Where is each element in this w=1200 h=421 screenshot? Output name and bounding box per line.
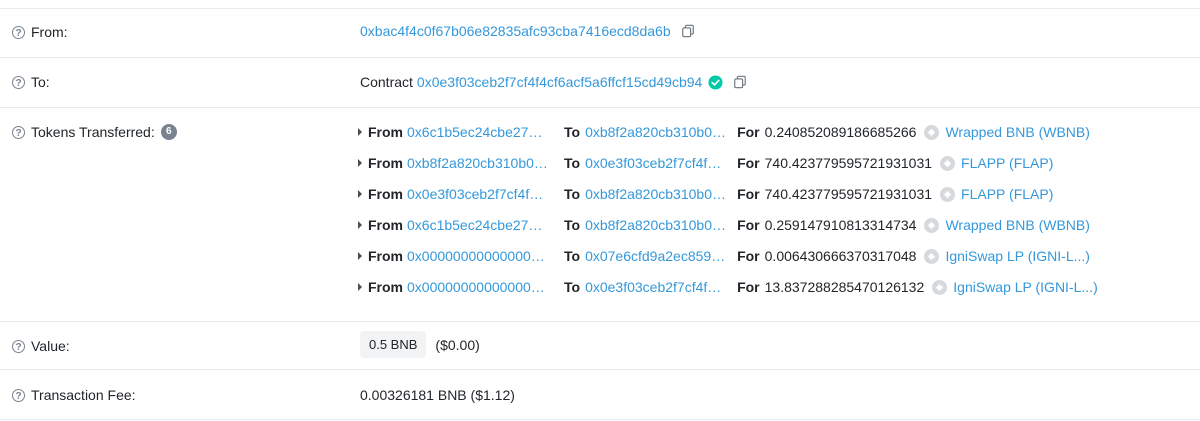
token-name-link[interactable]: FLAPP (FLAP) — [961, 186, 1053, 202]
from-keyword: From — [368, 186, 403, 202]
from-keyword: From — [368, 155, 403, 171]
transfer-to-address[interactable]: 0xb8f2a820cb310b0… — [585, 124, 733, 140]
verified-check-icon — [708, 74, 723, 90]
transaction-fee-label: ? Transaction Fee: — [12, 387, 136, 403]
to-label-text: To: — [31, 74, 50, 90]
value-usd: ($0.00) — [435, 336, 480, 353]
expand-caret-icon[interactable] — [358, 283, 362, 291]
token-name-link[interactable]: Wrapped BNB (WBNB) — [945, 124, 1089, 140]
transaction-details-card: ? From: 0xbac4f4c0f67b06e82835afc93cba74… — [0, 0, 1200, 421]
to-keyword: To — [564, 186, 581, 202]
token-name-link[interactable]: IgniSwap LP (IGNI-L...) — [945, 248, 1089, 264]
transfer-amount: 0.240852089186685266 — [764, 124, 917, 140]
transfer-from-address[interactable]: 0x0e3f03ceb2f7cf4f… — [407, 186, 553, 202]
transaction-fee-amount: 0.00326181 BNB ($1.12) — [360, 387, 515, 403]
tokens-transferred-label: ? Tokens Transferred: 6 — [12, 124, 177, 140]
to-label: ? To: — [12, 74, 50, 90]
from-keyword: From — [368, 217, 403, 233]
transfer-to-address[interactable]: 0x0e3f03ceb2f7cf4f… — [585, 155, 733, 171]
to-keyword: To — [564, 155, 581, 171]
transfer-from-address[interactable]: 0x6c1b5ec24cbe27… — [407, 217, 553, 233]
from-value: 0xbac4f4c0f67b06e82835afc93cba7416ecd8da… — [360, 23, 695, 39]
expand-caret-icon[interactable] — [358, 190, 362, 198]
token-logo-icon — [924, 124, 940, 140]
expand-caret-icon[interactable] — [358, 159, 362, 167]
expand-caret-icon[interactable] — [358, 221, 362, 229]
help-icon[interactable]: ? — [12, 339, 25, 353]
copy-icon[interactable] — [681, 24, 695, 38]
value-label: ? Value: — [12, 338, 70, 354]
transfer-to-address[interactable]: 0x07e6cfd9a2ec859… — [585, 248, 733, 264]
token-transfer-row: From 0x00000000000000… To 0x0e3f03ceb2f7cf4… — [358, 279, 1098, 295]
token-logo-icon — [924, 217, 940, 233]
transfer-from-address[interactable]: 0xb8f2a820cb310b0… — [407, 155, 553, 171]
value-value: 0.5 BNB ($0.00) — [360, 331, 480, 358]
token-logo-icon — [924, 248, 940, 264]
divider — [0, 107, 1200, 108]
from-keyword: From — [368, 124, 403, 140]
token-name-link[interactable]: IgniSwap LP (IGNI-L...) — [953, 279, 1097, 295]
contract-prefix: Contract — [360, 74, 413, 90]
help-icon[interactable]: ? — [12, 388, 25, 402]
tokens-transferred-label-text: Tokens Transferred: — [31, 124, 155, 140]
copy-icon[interactable] — [733, 75, 747, 89]
value-label-text: Value: — [31, 338, 70, 354]
for-keyword: For — [737, 124, 760, 140]
from-label-text: From: — [31, 24, 68, 40]
expand-caret-icon[interactable] — [358, 252, 362, 260]
token-transfer-row: From 0x00000000000000… To 0x07e6cfd9a2ec859… — [358, 248, 1090, 264]
token-name-link[interactable]: Wrapped BNB (WBNB) — [945, 217, 1089, 233]
help-icon[interactable]: ? — [12, 125, 25, 139]
to-address-link[interactable]: 0x0e3f03ceb2f7cf4f4cf6acf5a6ffcf15cd49cb… — [417, 74, 702, 90]
expand-caret-icon[interactable] — [358, 128, 362, 136]
divider — [0, 57, 1200, 58]
divider — [0, 419, 1200, 420]
for-keyword: For — [737, 217, 760, 233]
from-address-link[interactable]: 0xbac4f4c0f67b06e82835afc93cba7416ecd8da… — [360, 23, 671, 39]
help-icon[interactable]: ? — [12, 75, 25, 89]
divider — [0, 8, 1200, 9]
transfer-from-address[interactable]: 0x6c1b5ec24cbe27… — [407, 124, 553, 140]
to-value: Contract 0x0e3f03ceb2f7cf4f4cf6acf5a6ffc… — [360, 74, 747, 90]
transfer-amount: 740.423779595721931031 — [764, 155, 933, 171]
transfer-amount: 740.423779595721931031 — [764, 186, 933, 202]
transfer-from-address[interactable]: 0x00000000000000… — [407, 279, 553, 295]
for-keyword: For — [737, 155, 760, 171]
divider — [0, 321, 1200, 322]
from-label: ? From: — [12, 24, 68, 40]
for-keyword: For — [737, 186, 760, 202]
to-keyword: To — [564, 217, 581, 233]
to-keyword: To — [564, 124, 581, 140]
transfer-to-address[interactable]: 0x0e3f03ceb2f7cf4f… — [585, 279, 733, 295]
token-logo-icon — [940, 155, 956, 171]
to-keyword: To — [564, 248, 581, 264]
help-icon[interactable]: ? — [12, 25, 25, 39]
token-transfer-row: From 0x6c1b5ec24cbe27… To 0xb8f2a820cb310b0… — [358, 124, 1090, 140]
token-logo-icon — [940, 186, 956, 202]
transaction-fee-value: 0.00326181 BNB ($1.12) — [360, 387, 515, 403]
transfer-amount: 0.006430666370317048 — [764, 248, 917, 264]
transfer-amount: 13.837288285470126132 — [764, 279, 925, 295]
from-keyword: From — [368, 279, 403, 295]
for-keyword: For — [737, 279, 760, 295]
for-keyword: For — [737, 248, 760, 264]
token-name-link[interactable]: FLAPP (FLAP) — [961, 155, 1053, 171]
value-amount-pill: 0.5 BNB — [360, 331, 427, 358]
token-logo-icon — [932, 279, 948, 295]
from-keyword: From — [368, 248, 403, 264]
token-transfer-row: From 0xb8f2a820cb310b0… To 0x0e3f03ceb2f7cf… — [358, 155, 1053, 171]
transfer-count-badge: 6 — [160, 124, 177, 140]
transaction-fee-label-text: Transaction Fee: — [31, 387, 136, 403]
token-transfer-row: From 0x0e3f03ceb2f7cf4f… To 0xb8f2a820cb310… — [358, 186, 1053, 202]
transfer-from-address[interactable]: 0x00000000000000… — [407, 248, 553, 264]
transfer-to-address[interactable]: 0xb8f2a820cb310b0… — [585, 217, 733, 233]
divider — [0, 369, 1200, 370]
token-transfer-row: From 0x6c1b5ec24cbe27… To 0xb8f2a820cb310b0… — [358, 217, 1090, 233]
to-keyword: To — [564, 279, 581, 295]
transfer-to-address[interactable]: 0xb8f2a820cb310b0… — [585, 186, 733, 202]
transfer-amount: 0.259147910813314734 — [764, 217, 917, 233]
